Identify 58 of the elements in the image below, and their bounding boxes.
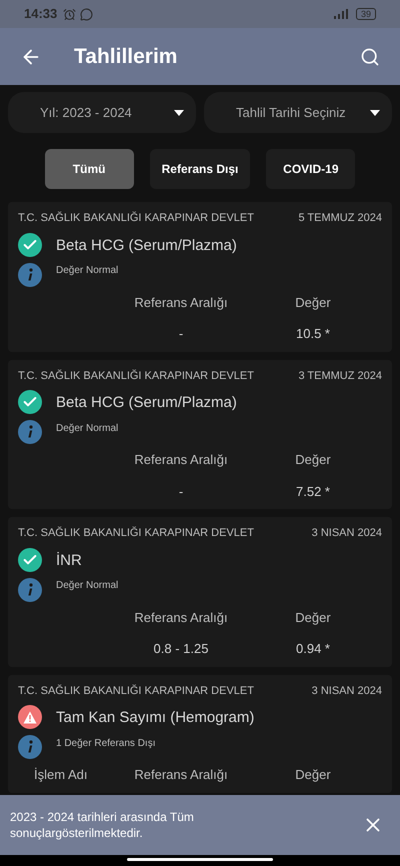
filter-dropdown[interactable]: Tahlil Tarihi Seçiniz bbox=[204, 92, 392, 133]
filter-dropdown[interactable]: Yıl: 2023 - 2024 bbox=[8, 92, 196, 133]
warning-icon bbox=[18, 705, 42, 729]
column-header: Değer bbox=[294, 451, 332, 469]
result-summary: 1 Değer Referans Dışı bbox=[56, 736, 156, 750]
result-date: 3 NISAN 2024 bbox=[312, 684, 382, 698]
hospital-name: T.C. SAĞLIK BAKANLIĞI KARAPINAR DEVLET bbox=[18, 526, 254, 541]
column-header: Referans Aralığı bbox=[133, 608, 229, 627]
column-header: Değer bbox=[294, 294, 332, 312]
info-icon[interactable] bbox=[18, 578, 42, 602]
filter-tab[interactable]: COVID-19 bbox=[266, 149, 356, 189]
snackbar-message: 2023 - 2024 tarihleri arasında Tüm sonuçlargösterilmektedir. bbox=[10, 809, 195, 841]
status-time: 14:33 bbox=[24, 5, 58, 24]
battery-icon: 39 bbox=[356, 8, 376, 20]
test-name: Beta HCG (Serum/Plazma) bbox=[56, 236, 237, 256]
check-icon bbox=[18, 548, 42, 572]
test-name: Tam Kan Sayımı (Hemogram) bbox=[56, 708, 254, 728]
filter-tab[interactable]: Tümü bbox=[44, 149, 134, 189]
hospital-name: T.C. SAĞLIK BAKANLIĞI KARAPINAR DEVLET bbox=[18, 368, 254, 384]
column-header: Referans Aralığı bbox=[133, 294, 229, 312]
signal-icon bbox=[332, 9, 348, 19]
table-cell-text: 0.94 * bbox=[295, 640, 331, 658]
result-summary: Değer Normal bbox=[56, 422, 120, 436]
caret-icon bbox=[370, 110, 380, 116]
result-card[interactable]: T.C. SAĞLIK BAKANLIĞI KARAPINAR DEVLET 3 TEMMUZ 2024 Beta HCG (Serum/Plazma) Değer Normal Referans Aralığı Değer - 7.52 * bbox=[8, 360, 392, 509]
alarm-icon bbox=[63, 8, 76, 20]
table-cell-text: - bbox=[178, 482, 184, 500]
screen-title: Tahlillerim bbox=[74, 44, 178, 70]
search-button[interactable] bbox=[360, 46, 380, 66]
column-header: İşlem Adı bbox=[33, 766, 88, 784]
result-date: 3 TEMMUZ 2024 bbox=[298, 368, 382, 384]
table-cell-text: 10.5 * bbox=[295, 325, 331, 343]
column-header: Değer bbox=[294, 766, 332, 784]
result-card[interactable]: T.C. SAĞLIK BAKANLIĞI KARAPINAR DEVLET 3 NISAN 2024 İNR Değer Normal Referans Aralığı Değer 0.8 - 1.25 0.94 * bbox=[8, 517, 392, 666]
column-header: Referans Aralığı bbox=[133, 451, 229, 469]
column-header: Değer bbox=[294, 608, 332, 627]
info-icon[interactable] bbox=[18, 420, 42, 444]
test-name: Beta HCG (Serum/Plazma) bbox=[56, 393, 237, 413]
result-card[interactable]: T.C. SAĞLIK BAKANLIĞI KARAPINAR DEVLET 5 TEMMUZ 2024 Beta HCG (Serum/Plazma) Değer Normal Referans Aralığı Değer - 10.5 * bbox=[8, 202, 392, 352]
info-icon[interactable] bbox=[18, 262, 42, 286]
result-card[interactable]: T.C. SAĞLIK BAKANLIĞI KARAPINAR DEVLET 3 NISAN 2024 Tam Kan Sayımı (Hemogram) 1 Değer Referans Dışı İşlem Adı Referans Aralığı Değer bbox=[8, 674, 392, 792]
hospital-name: T.C. SAĞLIK BAKANLIĞI KARAPINAR DEVLET bbox=[18, 684, 254, 698]
filter-tab[interactable]: Referans Dışı bbox=[150, 149, 250, 189]
result-date: 5 TEMMUZ 2024 bbox=[298, 211, 382, 226]
hospital-name: T.C. SAĞLIK BAKANLIĞI KARAPINAR DEVLET bbox=[18, 210, 254, 226]
column-header: Referans Aralığı bbox=[133, 766, 229, 784]
chat-icon bbox=[80, 8, 94, 20]
table-cell-text: 0.8 - 1.25 bbox=[152, 640, 210, 658]
check-icon bbox=[18, 232, 42, 256]
info-icon[interactable] bbox=[18, 735, 42, 759]
result-summary: Değer Normal bbox=[56, 264, 120, 278]
table-cell-text: - bbox=[178, 325, 184, 343]
caret-icon bbox=[174, 110, 184, 116]
check-icon bbox=[18, 390, 42, 414]
result-date: 3 NISAN 2024 bbox=[312, 526, 382, 541]
result-summary: Değer Normal bbox=[56, 579, 118, 593]
table-cell-text: 7.52 * bbox=[295, 482, 331, 500]
test-name: İNR bbox=[56, 550, 83, 570]
